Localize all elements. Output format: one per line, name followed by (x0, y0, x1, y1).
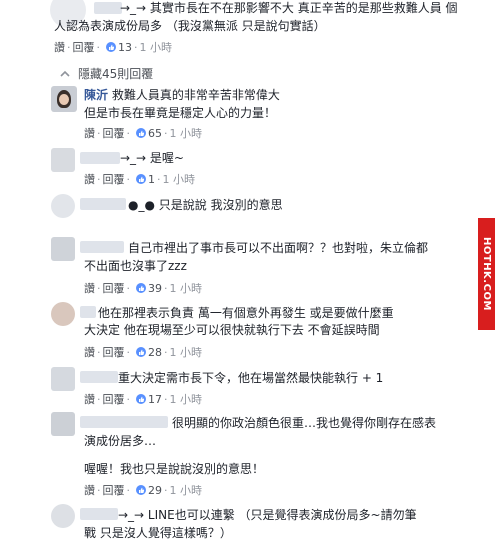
reply-button[interactable]: 回覆 (73, 41, 95, 54)
blurred-author-name (80, 241, 124, 253)
like-count[interactable]: 17 (148, 393, 162, 406)
reply-button[interactable]: 回覆 (103, 282, 125, 295)
comment-text-line: 陳沂 救難人員真的非常辛苦非常偉大 (84, 87, 280, 103)
blurred-author-name (80, 508, 118, 520)
avatar[interactable] (51, 412, 75, 436)
blurred-author-name (94, 2, 122, 14)
avatar[interactable] (51, 504, 75, 528)
reply-button[interactable]: 回覆 (103, 393, 125, 406)
like-button[interactable]: 讚 (54, 41, 65, 54)
like-count[interactable]: 65 (148, 127, 162, 140)
reply-button[interactable]: 回覆 (103, 346, 125, 359)
timestamp[interactable]: 1 小時 (170, 393, 203, 406)
like-button[interactable]: 讚 (84, 127, 95, 140)
comment-text-line: 喔喔！我也只是說說沒別的意思！ (84, 462, 265, 476)
comment-text-line: 演成份居多… (84, 434, 157, 448)
comment-text: 救難人員真的非常辛苦非常偉大 (111, 88, 280, 102)
like-button[interactable]: 讚 (84, 393, 95, 406)
thumbs-up-icon (136, 128, 146, 138)
comment-text-line: 大決定 他在現場至少可以很快就執行下去 不會延誤時間 (84, 323, 380, 337)
comment-text-line: 很明顯的你政治顏色很重…我也覺得你剛存在感表 (172, 416, 437, 430)
thumbs-up-icon (136, 394, 146, 404)
reply-button[interactable]: 回覆 (103, 484, 125, 497)
chevron-up-icon (60, 70, 70, 77)
comment-actions: 讚 · 回覆 · 1 · 1 小時 (84, 173, 196, 186)
hidden-replies-link[interactable]: 隱藏45則回覆 (60, 66, 153, 82)
like-button[interactable]: 讚 (84, 484, 95, 497)
avatar[interactable] (51, 194, 75, 218)
reply-button[interactable]: 回覆 (103, 173, 125, 186)
comment-actions: 讚 · 回覆 · 29 · 1 小時 (84, 484, 203, 497)
avatar[interactable] (51, 86, 77, 112)
comment-text-line: 重大決定需市長下令，他在場當然最快能執行 + 1 (118, 371, 384, 385)
comment-text-line: 不出面也沒事了zzz (84, 259, 187, 273)
timestamp[interactable]: 1 小時 (170, 484, 203, 497)
blurred-author-name (80, 371, 118, 383)
comment-text-line: 但是市長在畢竟是穩定人心的力量！ (84, 106, 277, 120)
thumbs-up-icon (136, 485, 146, 495)
like-button[interactable]: 讚 (84, 173, 95, 186)
comment-text-line: ●_● 只是說說 我沒別的意思 (128, 198, 283, 212)
timestamp[interactable]: 1 小時 (140, 41, 173, 54)
like-button[interactable]: 讚 (84, 346, 95, 359)
comment-author[interactable]: 陳沂 (84, 88, 108, 102)
avatar[interactable] (51, 237, 75, 261)
comment-actions: 讚 · 回覆 · 13 · 1 小時 (54, 41, 173, 54)
thumbs-up-icon (136, 174, 146, 184)
comment-text-line: 自己市裡出了事市長可以不出面啊？？也對啦，朱立倫都 (128, 241, 429, 255)
comment-text-line: →_→ LINE也可以連繫 （只是覺得表演成份局多~請勿筆 (118, 508, 417, 522)
timestamp[interactable]: 1 小時 (170, 346, 203, 359)
timestamp[interactable]: 1 小時 (163, 173, 196, 186)
blurred-author-name (80, 198, 126, 210)
avatar[interactable] (51, 148, 75, 172)
like-count[interactable]: 29 (148, 484, 162, 497)
comment-actions: 讚 · 回覆 · 39 · 1 小時 (84, 282, 203, 295)
blurred-author-name (80, 306, 96, 318)
comment-text-line: 他在那裡表示負責 萬一有個意外再發生 或是要做什麼重 (98, 306, 394, 320)
watermark-tag: HOTHK.COM (478, 218, 495, 330)
comment-text-line: 人認為表演成份局多 （我沒黨無派 只是說句實話） (54, 19, 326, 33)
hidden-replies-label: 隱藏45則回覆 (78, 67, 154, 81)
thumbs-up-icon (136, 347, 146, 357)
comment-text-line: 戰 只是沒人覺得這樣嗎？） (84, 526, 232, 540)
avatar[interactable] (51, 367, 75, 391)
timestamp[interactable]: 1 小時 (170, 127, 203, 140)
comment-actions: 讚 · 回覆 · 28 · 1 小時 (84, 346, 203, 359)
comment-text-line: →_→ 其實市長在不在那影響不大 真正辛苦的是那些救難人員 個 (120, 1, 458, 15)
like-button[interactable]: 讚 (84, 282, 95, 295)
like-count[interactable]: 13 (118, 41, 132, 54)
like-count[interactable]: 28 (148, 346, 162, 359)
comment-text-line: →_→ 是喔~ (120, 151, 184, 165)
blurred-author-name (80, 152, 120, 164)
thumbs-up-icon (136, 283, 146, 293)
blurred-author-name (80, 416, 168, 428)
comment-actions: 讚 · 回覆 · 65 · 1 小時 (84, 127, 203, 140)
timestamp[interactable]: 1 小時 (170, 282, 203, 295)
like-count[interactable]: 39 (148, 282, 162, 295)
reply-button[interactable]: 回覆 (103, 127, 125, 140)
comment-actions: 讚 · 回覆 · 17 · 1 小時 (84, 393, 203, 406)
avatar[interactable] (51, 302, 75, 326)
like-count[interactable]: 1 (148, 173, 155, 186)
thumbs-up-icon (106, 42, 116, 52)
